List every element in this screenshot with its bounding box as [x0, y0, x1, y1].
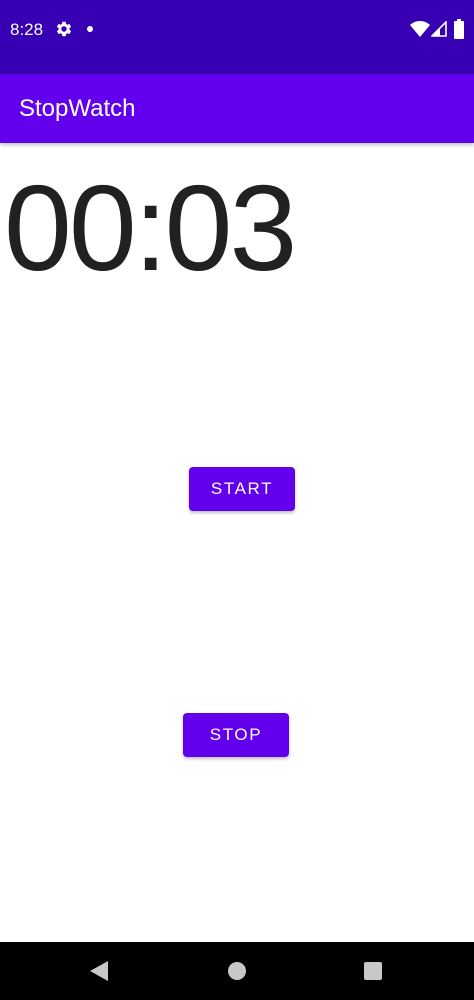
home-icon[interactable]	[228, 962, 246, 980]
recents-icon[interactable]	[364, 962, 382, 980]
status-time: 8:28	[10, 20, 44, 39]
back-icon[interactable]	[90, 961, 108, 981]
wifi-icon	[410, 21, 430, 37]
app-title: StopWatch	[19, 95, 136, 122]
app-bar: StopWatch	[0, 74, 474, 143]
navigation-bar	[0, 942, 474, 1000]
notification-dot-icon	[87, 26, 93, 32]
battery-icon	[454, 19, 464, 39]
stop-button[interactable]: STOP	[183, 713, 289, 757]
timer-display: 00:03	[4, 160, 297, 296]
status-bar: 8:28	[0, 0, 474, 74]
start-button[interactable]: START	[189, 467, 295, 511]
cell-signal-icon	[431, 21, 447, 37]
settings-gear-icon	[57, 21, 72, 37]
